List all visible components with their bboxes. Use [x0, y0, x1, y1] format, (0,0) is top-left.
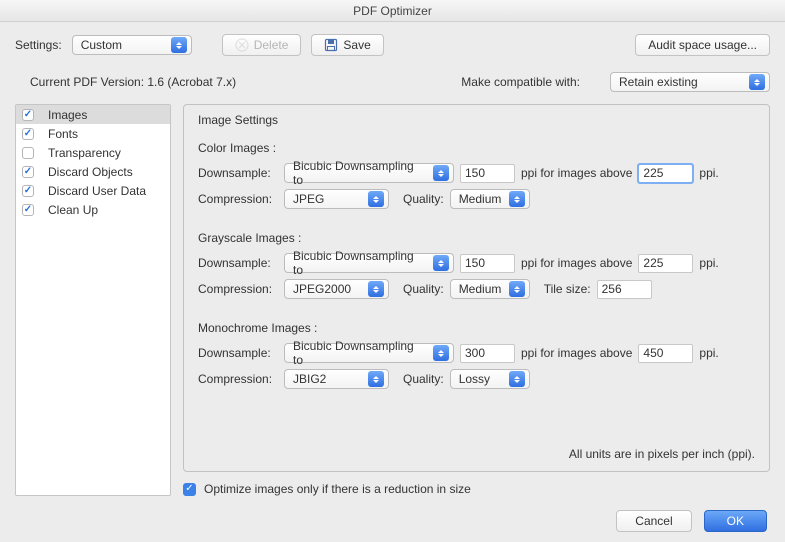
optimize-checkbox[interactable]: [183, 483, 196, 496]
mono-above-input[interactable]: 450: [638, 344, 693, 363]
delete-icon: [235, 38, 249, 52]
updown-arrows-icon: [749, 74, 765, 90]
updown-arrows-icon: [368, 371, 384, 387]
units-note: All units are in pixels per inch (ppi).: [198, 447, 755, 461]
sidebar-item-discard-user-data[interactable]: Discard User Data: [16, 181, 170, 200]
updown-arrows-icon: [433, 165, 449, 181]
color-downsample-select[interactable]: Bicubic Downsampling to: [284, 163, 454, 183]
sidebar-checkbox[interactable]: [22, 204, 34, 216]
updown-arrows-icon: [433, 255, 449, 271]
optimize-label: Optimize images only if there is a reduc…: [204, 482, 471, 496]
select-value: JBIG2: [293, 372, 326, 386]
sidebar: Images Fonts Transparency Discard Object…: [15, 104, 171, 496]
select-value: JPEG: [293, 192, 324, 206]
sidebar-item-label: Transparency: [48, 146, 121, 160]
tile-size-label: Tile size:: [544, 282, 591, 296]
version-row: Current PDF Version: 1.6 (Acrobat 7.x) M…: [0, 62, 785, 104]
color-above-input[interactable]: 225: [638, 164, 693, 183]
delete-label: Delete: [254, 38, 289, 52]
image-settings-panel: Image Settings Color Images : Downsample…: [183, 104, 770, 472]
color-compression-select[interactable]: JPEG: [284, 189, 389, 209]
settings-select[interactable]: Custom: [72, 35, 192, 55]
sidebar-item-label: Discard User Data: [48, 184, 146, 198]
panel-title: Image Settings: [198, 113, 755, 127]
gray-ppi-input[interactable]: 150: [460, 254, 515, 273]
color-ppi-input[interactable]: 150: [460, 164, 515, 183]
sidebar-item-label: Discard Objects: [48, 165, 133, 179]
updown-arrows-icon: [368, 281, 384, 297]
sidebar-checkbox[interactable]: [22, 147, 34, 159]
downsample-label: Downsample:: [198, 256, 278, 270]
sidebar-checkbox[interactable]: [22, 166, 34, 178]
gray-quality-select[interactable]: Medium: [450, 279, 530, 299]
sidebar-checkbox[interactable]: [22, 109, 34, 121]
ppi-suffix: ppi.: [699, 166, 718, 180]
gray-above-input[interactable]: 225: [638, 254, 693, 273]
quality-label: Quality:: [403, 372, 444, 386]
toolbar: Settings: Custom Delete Save Audit space…: [0, 22, 785, 62]
sidebar-item-images[interactable]: Images: [16, 105, 170, 124]
updown-arrows-icon: [509, 191, 525, 207]
monochrome-images-title: Monochrome Images :: [198, 321, 755, 335]
cancel-button[interactable]: Cancel: [616, 510, 691, 532]
sidebar-item-label: Images: [48, 108, 87, 122]
select-value: Bicubic Downsampling to: [293, 159, 427, 187]
quality-label: Quality:: [403, 192, 444, 206]
settings-label: Settings:: [15, 38, 62, 52]
sidebar-checkbox[interactable]: [22, 128, 34, 140]
above-label: ppi for images above: [521, 166, 632, 180]
compression-label: Compression:: [198, 192, 278, 206]
color-images-title: Color Images :: [198, 141, 755, 155]
ppi-suffix: ppi.: [699, 346, 718, 360]
audit-space-usage-button[interactable]: Audit space usage...: [635, 34, 770, 56]
sidebar-checkbox[interactable]: [22, 185, 34, 197]
select-value: Bicubic Downsampling to: [293, 339, 427, 367]
compatible-value: Retain existing: [619, 75, 698, 89]
sidebar-item-discard-objects[interactable]: Discard Objects: [16, 162, 170, 181]
ok-button[interactable]: OK: [704, 510, 767, 532]
select-value: Bicubic Downsampling to: [293, 249, 427, 277]
settings-value: Custom: [81, 38, 122, 52]
select-value: Lossy: [459, 372, 490, 386]
downsample-label: Downsample:: [198, 346, 278, 360]
save-button[interactable]: Save: [311, 34, 383, 56]
gray-tile-input[interactable]: 256: [597, 280, 652, 299]
mono-downsample-select[interactable]: Bicubic Downsampling to: [284, 343, 454, 363]
gray-downsample-select[interactable]: Bicubic Downsampling to: [284, 253, 454, 273]
compression-label: Compression:: [198, 282, 278, 296]
quality-label: Quality:: [403, 282, 444, 296]
save-icon: [324, 38, 338, 52]
mono-ppi-input[interactable]: 300: [460, 344, 515, 363]
grayscale-images-title: Grayscale Images :: [198, 231, 755, 245]
window-title: PDF Optimizer: [0, 0, 785, 22]
color-quality-select[interactable]: Medium: [450, 189, 530, 209]
sidebar-item-label: Clean Up: [48, 203, 98, 217]
updown-arrows-icon: [171, 37, 187, 53]
select-value: Medium: [459, 192, 502, 206]
sidebar-item-transparency[interactable]: Transparency: [16, 143, 170, 162]
sidebar-item-clean-up[interactable]: Clean Up: [16, 200, 170, 219]
updown-arrows-icon: [509, 281, 525, 297]
gray-compression-select[interactable]: JPEG2000: [284, 279, 389, 299]
compatible-select[interactable]: Retain existing: [610, 72, 770, 92]
updown-arrows-icon: [509, 371, 525, 387]
sidebar-item-label: Fonts: [48, 127, 78, 141]
mono-compression-select[interactable]: JBIG2: [284, 369, 389, 389]
audit-label: Audit space usage...: [648, 38, 757, 52]
delete-button[interactable]: Delete: [222, 34, 302, 56]
select-value: JPEG2000: [293, 282, 351, 296]
updown-arrows-icon: [368, 191, 384, 207]
updown-arrows-icon: [433, 345, 449, 361]
current-pdf-version: Current PDF Version: 1.6 (Acrobat 7.x): [30, 75, 236, 89]
sidebar-item-fonts[interactable]: Fonts: [16, 124, 170, 143]
compression-label: Compression:: [198, 372, 278, 386]
compatible-label: Make compatible with:: [461, 75, 580, 89]
above-label: ppi for images above: [521, 346, 632, 360]
above-label: ppi for images above: [521, 256, 632, 270]
ppi-suffix: ppi.: [699, 256, 718, 270]
select-value: Medium: [459, 282, 502, 296]
save-label: Save: [343, 38, 370, 52]
downsample-label: Downsample:: [198, 166, 278, 180]
mono-quality-select[interactable]: Lossy: [450, 369, 530, 389]
